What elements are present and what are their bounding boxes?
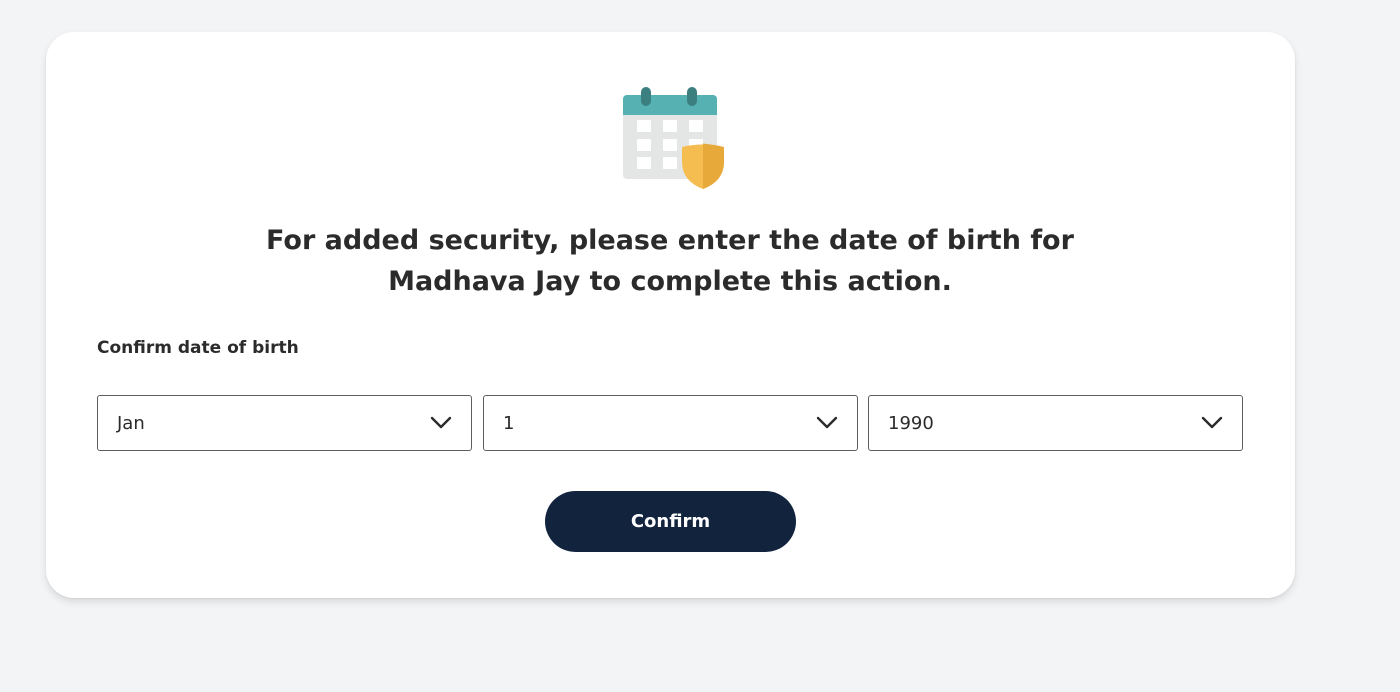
chevron-down-icon (1201, 416, 1223, 429)
headline-line-2: Madhava Jay to complete this action. (388, 266, 952, 297)
month-select[interactable]: Jan (97, 395, 472, 451)
headline-line-1: For added security, please enter the dat… (266, 225, 1074, 256)
security-dialog: For added security, please enter the dat… (46, 32, 1295, 598)
chevron-down-icon (816, 416, 838, 429)
day-select[interactable]: 1 (483, 395, 858, 451)
year-value: 1990 (888, 413, 934, 434)
dob-label: Confirm date of birth (97, 338, 299, 358)
day-value: 1 (503, 413, 515, 434)
page-title: For added security, please enter the dat… (170, 220, 1170, 302)
month-value: Jan (117, 413, 145, 434)
confirm-button[interactable]: Confirm (545, 491, 796, 552)
chevron-down-icon (430, 416, 452, 429)
year-select[interactable]: 1990 (868, 395, 1243, 451)
calendar-shield-icon (623, 87, 724, 189)
